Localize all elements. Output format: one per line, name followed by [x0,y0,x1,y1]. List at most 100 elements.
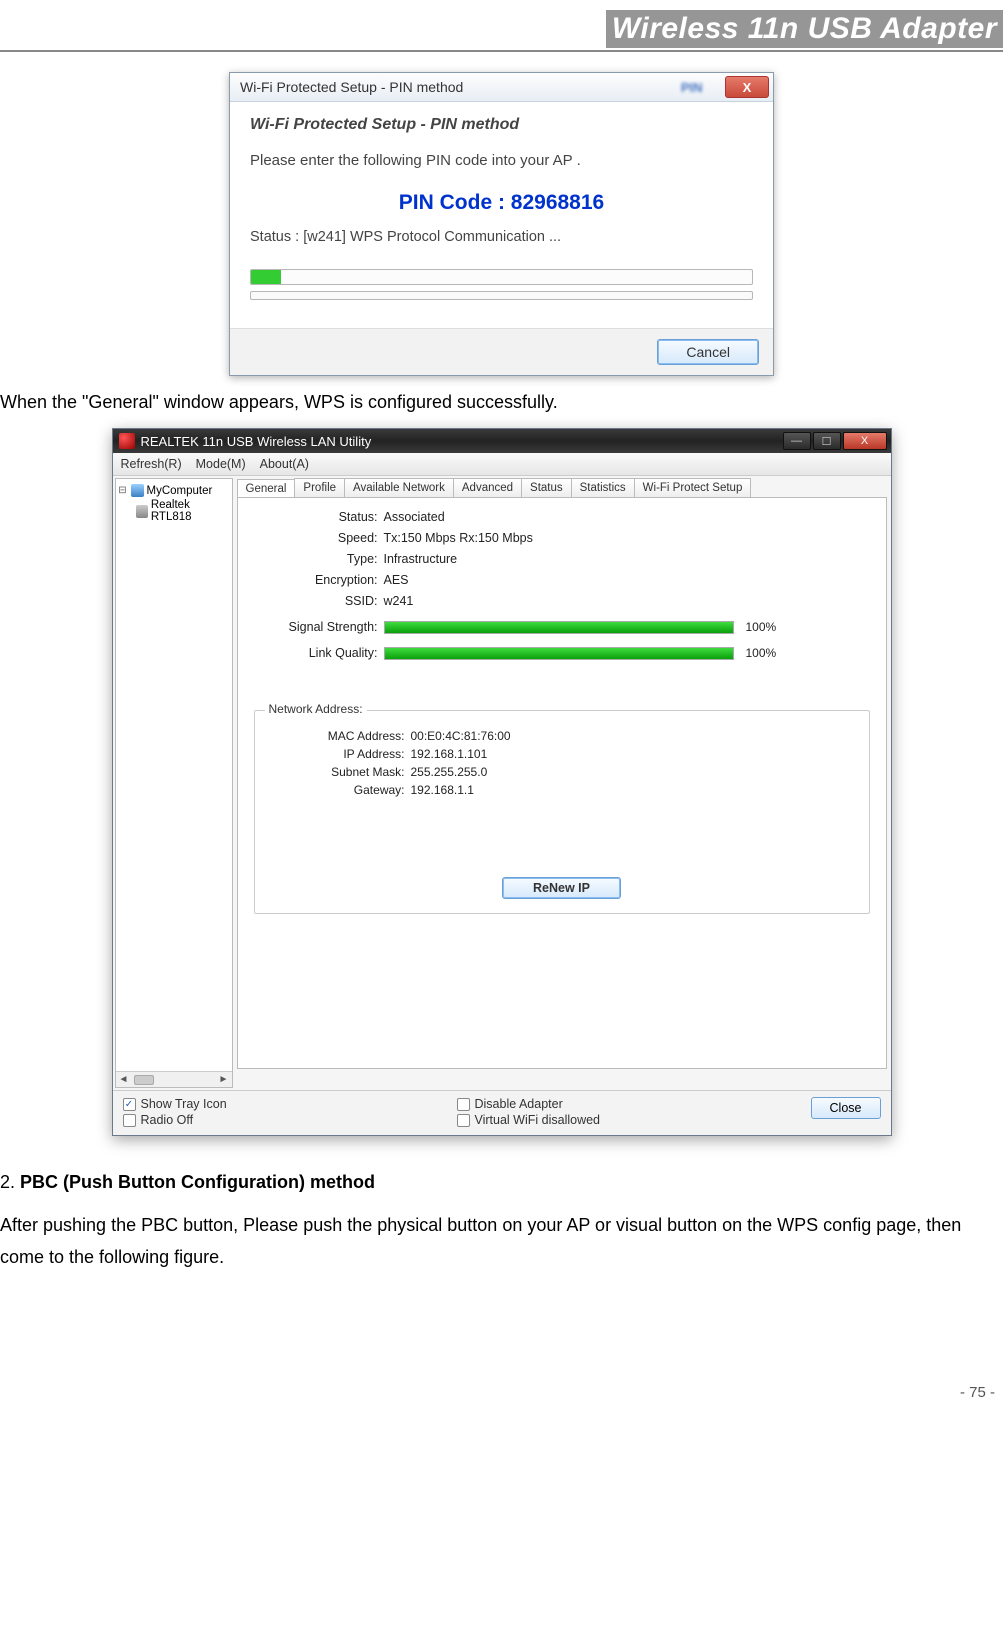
page-number: - 75 - [0,1384,1003,1401]
checkbox-icon[interactable] [457,1098,470,1111]
value-ip: 192.168.1.101 [411,747,488,761]
close-button[interactable]: Close [811,1097,881,1119]
label-ip: IP Address: [271,747,411,761]
close-icon: X [743,80,752,95]
label-gateway: Gateway: [271,783,411,797]
section-2-title: PBC (Push Button Configuration) method [20,1172,375,1192]
value-gateway: 192.168.1.1 [411,783,474,797]
menu-refresh[interactable]: Refresh(R) [121,457,182,471]
label-ssid: SSID: [254,594,384,608]
dialog-title-text: Wi-Fi Protected Setup - PIN method [234,75,681,99]
section-2-number: 2. [0,1172,20,1192]
document-title: Wireless 11n USB Adapter [606,10,1003,48]
checkbox-icon[interactable] [123,1114,136,1127]
content-pane: General Profile Available Network Advanc… [235,476,891,1090]
menu-mode[interactable]: Mode(M) [196,457,246,471]
tree-child-label: Realtek RTL818 [151,499,230,523]
chk-radio-off[interactable]: Radio Off [123,1113,457,1127]
utility-titlebar: REALTEK 11n USB Wireless LAN Utility — ☐… [113,429,891,453]
row-type: Type: Infrastructure [254,552,870,566]
chk-show-tray[interactable]: ✓ Show Tray Icon [123,1097,457,1111]
progress-fill [251,270,281,284]
row-mac: MAC Address: 00:E0:4C:81:76:00 [271,729,853,743]
value-status: Associated [384,510,870,524]
label-type: Type: [254,552,384,566]
menu-about[interactable]: About(A) [260,457,309,471]
label-mac: MAC Address: [271,729,411,743]
value-mac: 00:E0:4C:81:76:00 [411,729,511,743]
dialog-body: Wi-Fi Protected Setup - PIN method Pleas… [230,102,773,328]
tab-available-network[interactable]: Available Network [344,478,454,497]
row-gateway: Gateway: 192.168.1.1 [271,783,853,797]
tab-advanced[interactable]: Advanced [453,478,522,497]
header-divider [0,50,1003,52]
tree-collapse-icon[interactable]: ⊟ [118,485,128,496]
device-tree: ⊟ MyComputer Realtek RTL818 ◄ ► [115,478,233,1088]
tree-scrollbar[interactable]: ◄ ► [116,1071,232,1087]
tab-wps[interactable]: Wi-Fi Protect Setup [634,478,752,497]
bottom-right-group: Close [791,1097,881,1129]
label-radio-off: Radio Off [141,1113,194,1127]
section-2-heading: 2. PBC (Push Button Configuration) metho… [0,1166,1003,1198]
checkbox-icon[interactable] [457,1114,470,1127]
signal-bar [384,621,734,634]
row-link-quality: Link Quality: 100% [254,646,870,660]
close-button[interactable]: X [725,76,769,98]
label-subnet: Subnet Mask: [271,765,411,779]
tab-content-general: Status: Associated Speed: Tx:150 Mbps Rx… [237,497,887,1069]
tree-root[interactable]: ⊟ MyComputer [118,483,230,498]
section-2-body: After pushing the PBC button, Please pus… [0,1209,1003,1274]
tab-profile[interactable]: Profile [294,478,345,497]
adapter-icon [136,505,148,518]
window-buttons: — ☐ X [783,432,887,450]
row-speed: Speed: Tx:150 Mbps Rx:150 Mbps [254,531,870,545]
tab-statistics[interactable]: Statistics [571,478,635,497]
tab-status[interactable]: Status [521,478,572,497]
bottom-left-group: ✓ Show Tray Icon Radio Off [123,1097,457,1129]
minimize-button[interactable]: — [783,432,811,450]
chk-virtual-wifi[interactable]: Virtual WiFi disallowed [457,1113,791,1127]
utility-bottom-bar: ✓ Show Tray Icon Radio Off Disable Adapt… [113,1090,891,1135]
label-link-quality: Link Quality: [254,646,384,660]
row-ssid: SSID: w241 [254,594,870,608]
label-encryption: Encryption: [254,573,384,587]
value-type: Infrastructure [384,552,870,566]
dialog-subtitle: Wi-Fi Protected Setup - PIN method [250,116,753,134]
value-ssid: w241 [384,594,870,608]
renew-ip-button[interactable]: ReNew IP [502,877,621,899]
wps-pin-dialog: Wi-Fi Protected Setup - PIN method PIN X… [229,72,774,376]
link-bar-fill [385,648,733,659]
tab-general[interactable]: General [237,479,296,498]
scroll-thumb[interactable] [134,1075,154,1085]
row-encryption: Encryption: AES [254,573,870,587]
checkbox-checked-icon[interactable]: ✓ [123,1098,136,1111]
link-percent: 100% [746,646,777,660]
chk-disable-adapter[interactable]: Disable Adapter [457,1097,791,1111]
scroll-right-icon[interactable]: ► [216,1074,232,1085]
window-close-button[interactable]: X [843,432,887,450]
tree-child[interactable]: Realtek RTL818 [118,498,230,524]
tab-strip: General Profile Available Network Advanc… [237,478,887,497]
row-signal: Signal Strength: 100% [254,620,870,634]
computer-icon [131,484,144,497]
signal-bar-fill [385,622,733,633]
utility-body: ⊟ MyComputer Realtek RTL818 ◄ ► General [113,476,891,1090]
utility-title-text: REALTEK 11n USB Wireless LAN Utility [141,434,783,449]
label-status: Status: [254,510,384,524]
progress-bar-secondary [250,291,753,300]
dialog-titlebar: Wi-Fi Protected Setup - PIN method PIN X [230,73,773,102]
label-speed: Speed: [254,531,384,545]
app-icon [119,433,135,449]
value-speed: Tx:150 Mbps Rx:150 Mbps [384,531,870,545]
maximize-button[interactable]: ☐ [813,432,841,450]
status-text: Status : [w241] WPS Protocol Communicati… [250,229,753,245]
progress-bar [250,269,753,285]
network-address-title: Network Address: [265,702,367,716]
value-encryption: AES [384,573,870,587]
value-subnet: 255.255.255.0 [411,765,488,779]
signal-percent: 100% [746,620,777,634]
scroll-left-icon[interactable]: ◄ [116,1074,132,1085]
bottom-mid-group: Disable Adapter Virtual WiFi disallowed [457,1097,791,1129]
body-paragraph-1: When the "General" window appears, WPS i… [0,386,1003,418]
cancel-button[interactable]: Cancel [657,339,759,365]
